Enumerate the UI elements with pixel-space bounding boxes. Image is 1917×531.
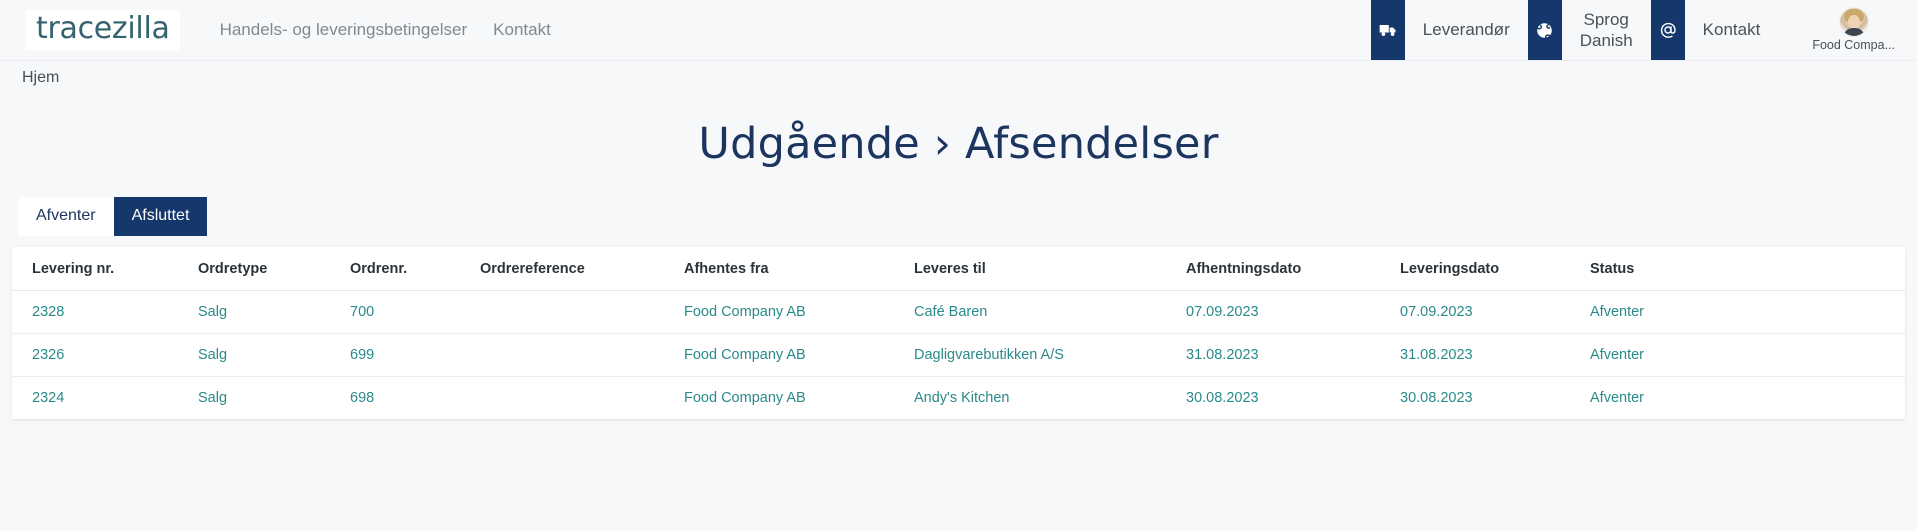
cell-status[interactable]: Afventer xyxy=(1582,376,1905,419)
nav-supplier-text: Leverandør xyxy=(1422,20,1510,40)
cell-ordrereference xyxy=(472,333,676,377)
cell-levering-nr[interactable]: 2326 xyxy=(12,333,190,377)
cell-afhentningsdato[interactable]: 07.09.2023 xyxy=(1178,290,1392,334)
cell-ordrenr[interactable]: 699 xyxy=(342,333,472,377)
breadcrumb: Hjem xyxy=(0,60,1917,95)
cell-leveringsdato[interactable]: 31.08.2023 xyxy=(1392,333,1582,377)
user-name: Food Compa... xyxy=(1812,38,1895,52)
cell-afhentningsdato[interactable]: 30.08.2023 xyxy=(1178,376,1392,419)
table-row[interactable]: 2324 Salg 698 Food Company AB Andy's Kit… xyxy=(12,376,1905,419)
cell-afhentes-fra[interactable]: Food Company AB xyxy=(676,290,906,334)
brand-logo-text: tracezilla xyxy=(36,11,170,46)
tab-afsluttet[interactable]: Afsluttet xyxy=(113,197,208,236)
primary-nav: Handels- og leveringsbetingelser Kontakt xyxy=(220,20,551,40)
user-menu[interactable]: Food Compa... xyxy=(1778,0,1917,60)
cell-afhentes-fra[interactable]: Food Company AB xyxy=(676,333,906,377)
page-title: Udgående › Afsendelser xyxy=(698,119,1219,169)
nav-link-terms[interactable]: Handels- og leveringsbetingelser xyxy=(220,20,468,40)
nav-language-value: Danish xyxy=(1579,31,1633,50)
column-header-leveringsdato[interactable]: Leveringsdato xyxy=(1392,246,1582,291)
nav-language-label: Sprog xyxy=(1583,9,1629,29)
table-row[interactable]: 2328 Salg 700 Food Company AB Café Baren… xyxy=(12,290,1905,334)
truck-icon[interactable] xyxy=(1370,0,1405,60)
cell-leveringsdato[interactable]: 07.09.2023 xyxy=(1392,290,1582,334)
column-header-leveres-til[interactable]: Leveres til xyxy=(906,246,1178,291)
top-navbar: tracezilla Handels- og leveringsbetingel… xyxy=(0,0,1917,60)
cell-afhentes-fra[interactable]: Food Company AB xyxy=(676,376,906,419)
cell-ordretype[interactable]: Salg xyxy=(190,290,342,334)
tab-bar: Afventer Afsluttet xyxy=(18,197,1917,236)
cell-status[interactable]: Afventer xyxy=(1582,290,1905,334)
globe-icon[interactable] xyxy=(1527,0,1562,60)
table-header-row: Levering nr. Ordretype Ordrenr. Ordreref… xyxy=(12,246,1905,291)
nav-contact-text: Kontakt xyxy=(1702,20,1761,40)
cell-ordretype[interactable]: Salg xyxy=(190,333,342,377)
cell-ordrereference xyxy=(472,376,676,419)
nav-contact-label[interactable]: Kontakt xyxy=(1685,0,1779,60)
cell-levering-nr[interactable]: 2328 xyxy=(12,290,190,334)
nav-supplier-label[interactable]: Leverandør xyxy=(1405,0,1528,60)
cell-afhentningsdato[interactable]: 31.08.2023 xyxy=(1178,333,1392,377)
column-header-ordrereference[interactable]: Ordrereference xyxy=(472,246,676,291)
column-header-status[interactable]: Status xyxy=(1582,246,1905,291)
tab-afventer[interactable]: Afventer xyxy=(18,197,114,236)
cell-status[interactable]: Afventer xyxy=(1582,333,1905,377)
column-header-afhentes-fra[interactable]: Afhentes fra xyxy=(676,246,906,291)
brand-logo[interactable]: tracezilla xyxy=(26,10,180,50)
nav-language[interactable]: Sprog Danish xyxy=(1562,0,1651,60)
column-header-levering-nr[interactable]: Levering nr. xyxy=(12,246,190,291)
cell-ordrenr[interactable]: 700 xyxy=(342,290,472,334)
shipments-table: Levering nr. Ordretype Ordrenr. Ordreref… xyxy=(12,246,1905,419)
cell-leveres-til[interactable]: Andy's Kitchen xyxy=(906,376,1178,419)
table-header: Levering nr. Ordretype Ordrenr. Ordreref… xyxy=(12,246,1905,291)
avatar xyxy=(1839,8,1868,36)
cell-leveres-til[interactable]: Dagligvarebutikken A/S xyxy=(906,333,1178,377)
cell-leveres-til[interactable]: Café Baren xyxy=(906,290,1178,334)
cell-ordretype[interactable]: Salg xyxy=(190,376,342,419)
shipments-table-container: Levering nr. Ordretype Ordrenr. Ordreref… xyxy=(12,246,1905,419)
nav-link-contact[interactable]: Kontakt xyxy=(493,20,551,40)
cell-leveringsdato[interactable]: 30.08.2023 xyxy=(1392,376,1582,419)
table-body: 2328 Salg 700 Food Company AB Café Baren… xyxy=(12,290,1905,419)
column-header-ordretype[interactable]: Ordretype xyxy=(190,246,342,291)
cell-levering-nr[interactable]: 2324 xyxy=(12,376,190,419)
cell-ordrenr[interactable]: 698 xyxy=(342,376,472,419)
breadcrumb-item-home[interactable]: Hjem xyxy=(22,69,59,87)
at-sign-icon[interactable] xyxy=(1650,0,1685,60)
secondary-nav: Leverandør Sprog Danish Kontakt Food Com… xyxy=(1370,0,1917,60)
column-header-ordrenr[interactable]: Ordrenr. xyxy=(342,246,472,291)
cell-ordrereference xyxy=(472,290,676,334)
table-row[interactable]: 2326 Salg 699 Food Company AB Dagligvare… xyxy=(12,333,1905,377)
column-header-afhentningsdato[interactable]: Afhentningsdato xyxy=(1178,246,1392,291)
